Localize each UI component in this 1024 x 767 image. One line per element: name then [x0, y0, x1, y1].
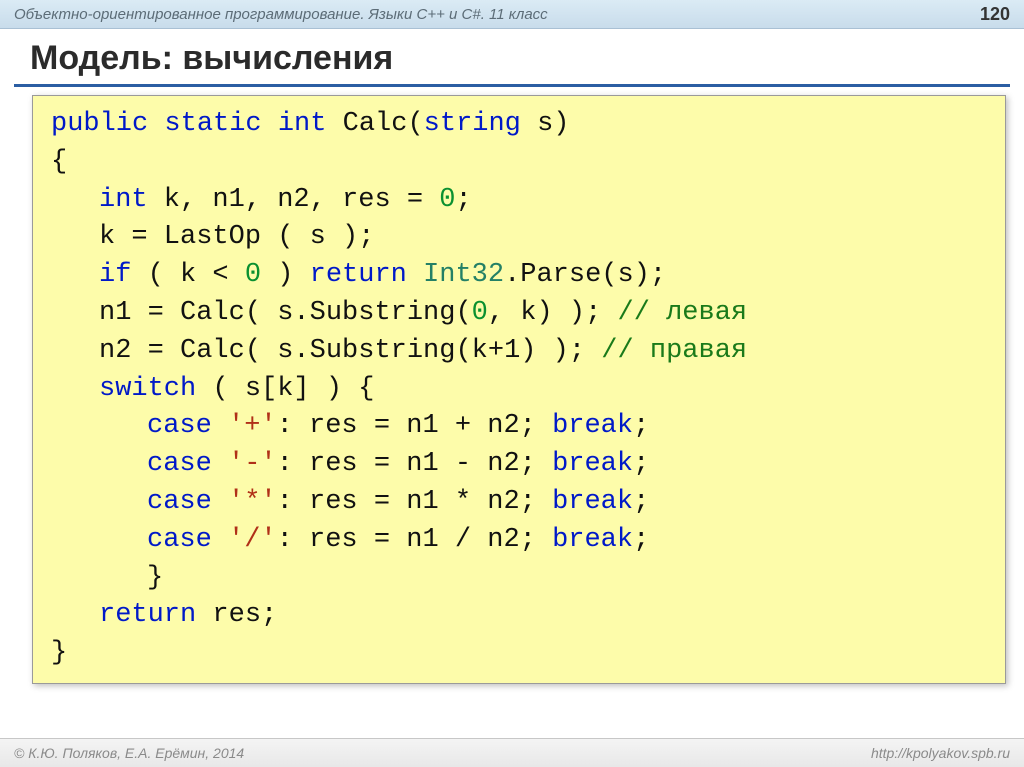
slide-title: Модель: вычисления: [30, 39, 1024, 78]
type-int32: Int32: [423, 260, 504, 290]
char-lit: '*': [212, 487, 277, 517]
num-zero: 0: [245, 260, 261, 290]
page-number: 120: [980, 4, 1010, 25]
case-body: : res = n1 + n2;: [277, 411, 552, 441]
kw-string: string: [424, 109, 521, 139]
case-body: : res = n1 * n2;: [277, 487, 552, 517]
cond: ): [261, 260, 310, 290]
kw-break: break: [552, 411, 633, 441]
code-line: case '*': res = n1 * n2; break;: [51, 484, 987, 522]
fn-name: Calc: [326, 109, 407, 139]
params: s): [521, 109, 570, 139]
code-line: if ( k < 0 ) return Int32.Parse(s);: [51, 257, 987, 295]
code-line: return res;: [51, 597, 987, 635]
semi: ;: [633, 449, 649, 479]
breadcrumb: Объектно-ориентированное программировани…: [14, 6, 548, 23]
ret-expr: res;: [196, 600, 277, 630]
code-line: n1 = Calc( s.Substring(0, k) ); // левая: [51, 295, 987, 333]
kw-case: case: [147, 411, 212, 441]
num-zero: 0: [439, 185, 455, 215]
code-line: k = LastOp ( s );: [51, 219, 987, 257]
case-body: : res = n1 - n2;: [277, 449, 552, 479]
parse: .Parse(s);: [504, 260, 666, 290]
footer-bar: © К.Ю. Поляков, Е.А. Ерёмин, 2014 http:/…: [0, 738, 1024, 767]
char-lit: '-': [212, 449, 277, 479]
char-lit: '/': [212, 525, 277, 555]
header-bar: Объектно-ориентированное программировани…: [0, 0, 1024, 29]
code-line: }: [51, 635, 987, 673]
switch-head: ( s[k] ) {: [196, 374, 374, 404]
code-line: public static int Calc(string s): [51, 106, 987, 144]
kw-return: return: [310, 260, 407, 290]
semi: ;: [633, 487, 649, 517]
kw-case: case: [147, 525, 212, 555]
expr: n2 = Calc( s.Substring(k+1) );: [99, 336, 601, 366]
semi: ;: [633, 525, 649, 555]
kw-break: break: [552, 487, 633, 517]
code-line: int k, n1, n2, res = 0;: [51, 182, 987, 220]
semi: ;: [633, 411, 649, 441]
code-line: {: [51, 144, 987, 182]
code-line: case '-': res = n1 - n2; break;: [51, 446, 987, 484]
kw-int: int: [99, 185, 148, 215]
kw-if: if: [99, 260, 131, 290]
expr: , k) );: [488, 298, 618, 328]
case-body: : res = n1 / n2;: [277, 525, 552, 555]
expr: n1 = Calc( s.Substring(: [99, 298, 472, 328]
footer-url: http://kpolyakov.spb.ru: [871, 745, 1010, 761]
comment: // левая: [618, 298, 748, 328]
title-rule: [14, 84, 1010, 87]
char-lit: '+': [212, 411, 277, 441]
kw-case: case: [147, 487, 212, 517]
kw-static: static: [164, 109, 261, 139]
cond: ( k <: [131, 260, 244, 290]
copyright: © К.Ю. Поляков, Е.А. Ерёмин, 2014: [14, 745, 244, 761]
decl: k, n1, n2, res =: [148, 185, 440, 215]
semi: ;: [455, 185, 471, 215]
code-line: case '+': res = n1 + n2; break;: [51, 408, 987, 446]
code-line: switch ( s[k] ) {: [51, 371, 987, 409]
kw-break: break: [552, 525, 633, 555]
kw-int: int: [278, 109, 327, 139]
code-line: case '/': res = n1 / n2; break;: [51, 522, 987, 560]
kw-public: public: [51, 109, 148, 139]
kw-break: break: [552, 449, 633, 479]
code-line: }: [51, 560, 987, 598]
num-zero: 0: [472, 298, 488, 328]
slide: Объектно-ориентированное программировани…: [0, 0, 1024, 767]
code-line: n2 = Calc( s.Substring(k+1) ); // правая: [51, 333, 987, 371]
code-block: public static int Calc(string s) { int k…: [32, 95, 1006, 684]
kw-switch: switch: [99, 374, 196, 404]
kw-case: case: [147, 449, 212, 479]
paren: (: [407, 109, 423, 139]
kw-return: return: [99, 600, 196, 630]
comment: // правая: [601, 336, 747, 366]
